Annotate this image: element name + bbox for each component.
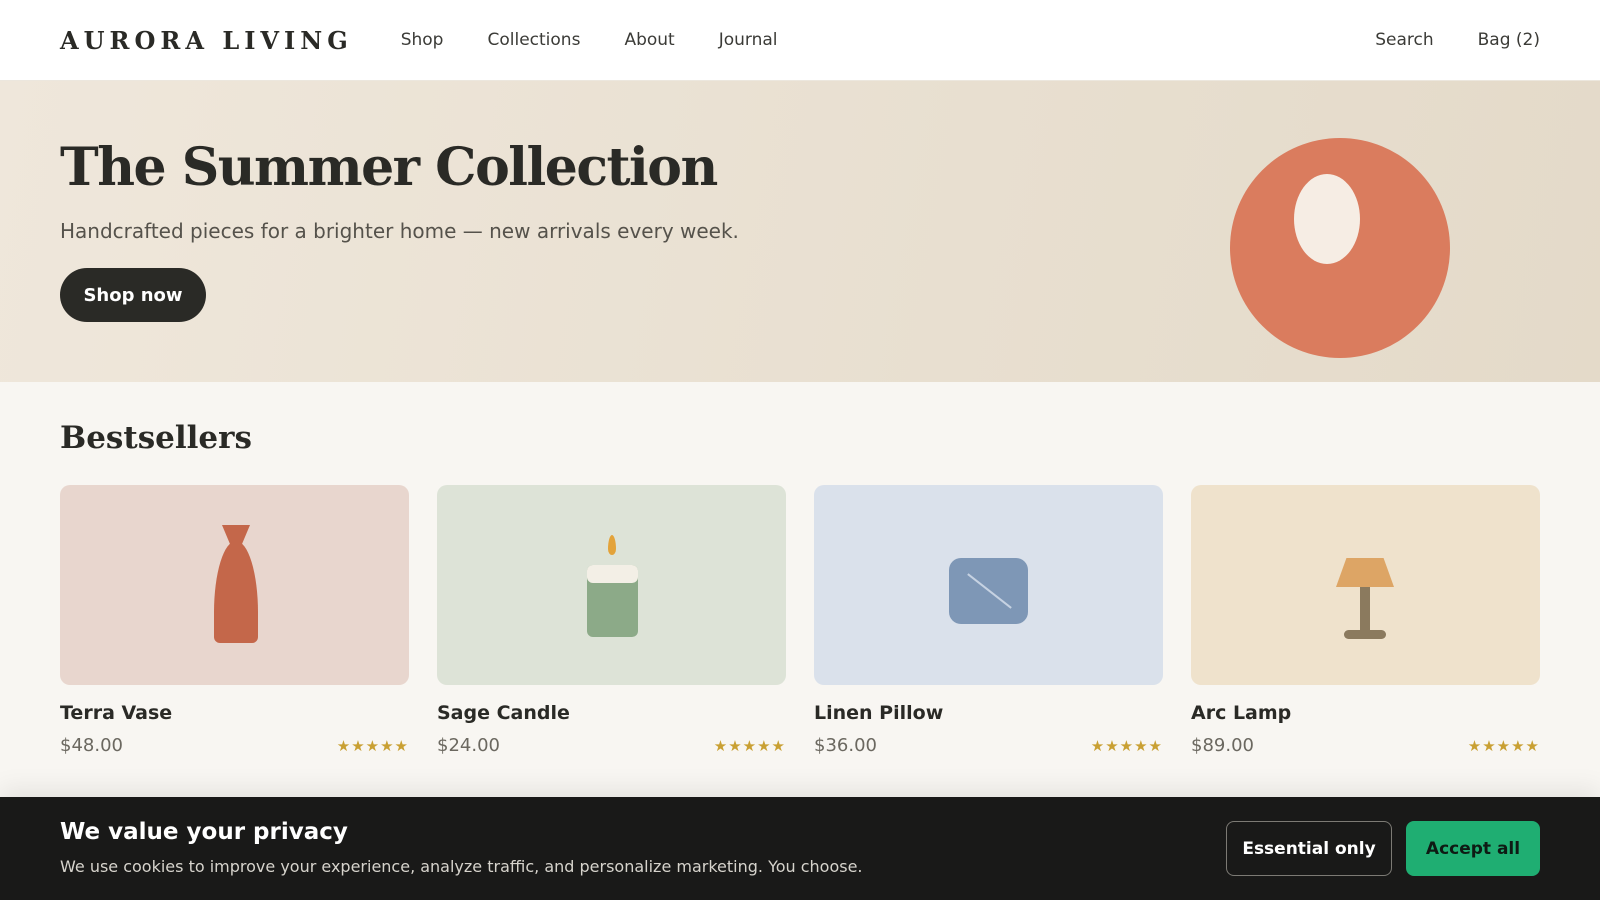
product-card-terra-vase[interactable]: Terra Vase $48.00 ★★★★★ [60, 485, 409, 765]
bag-link[interactable]: Bag (2) [1478, 30, 1540, 50]
nav-collections[interactable]: Collections [487, 30, 580, 50]
hero-title: The Summer Collection [60, 137, 718, 198]
cookie-text: We use cookies to improve your experienc… [60, 857, 863, 876]
search-link[interactable]: Search [1375, 30, 1433, 50]
hero-banner: The Summer Collection Handcrafted pieces… [0, 81, 1600, 382]
nav-shop[interactable]: Shop [401, 30, 444, 50]
product-image[interactable] [437, 485, 786, 685]
site-header: AURORA LIVING Shop Collections About Jou… [0, 0, 1600, 81]
logo[interactable]: AURORA LIVING [60, 26, 353, 55]
product-name[interactable]: Terra Vase [60, 702, 172, 724]
product-name[interactable]: Arc Lamp [1191, 702, 1291, 724]
rating-stars: ★★★★★ [336, 737, 409, 755]
nav-journal[interactable]: Journal [719, 30, 778, 50]
product-name[interactable]: Sage Candle [437, 702, 570, 724]
accept-all-button[interactable]: Accept all [1406, 821, 1540, 876]
pillow-icon [949, 558, 1028, 624]
shop-now-button[interactable]: Shop now [60, 268, 206, 322]
rating-stars: ★★★★★ [1090, 737, 1163, 755]
hero-egg-shape [1294, 174, 1360, 264]
product-name[interactable]: Linen Pillow [814, 702, 943, 724]
product-card-arc-lamp[interactable]: Arc Lamp $89.00 ★★★★★ [1191, 485, 1540, 765]
candle-icon [587, 535, 638, 637]
main-nav: Shop Collections About Journal [401, 30, 778, 50]
rating-stars: ★★★★★ [1467, 737, 1540, 755]
hero-subtitle: Handcrafted pieces for a brighter home —… [60, 219, 739, 243]
product-image[interactable] [60, 485, 409, 685]
product-price: $89.00 [1191, 735, 1254, 756]
essential-only-button[interactable]: Essential only [1226, 821, 1392, 876]
header-actions: Search Bag (2) [1375, 30, 1540, 50]
hero-illustration [1230, 138, 1450, 358]
rating-stars: ★★★★★ [713, 737, 786, 755]
lamp-icon [1336, 558, 1396, 640]
product-card-sage-candle[interactable]: Sage Candle $24.00 ★★★★★ [437, 485, 786, 765]
product-price: $24.00 [437, 735, 500, 756]
bestsellers-title: Bestsellers [60, 420, 252, 456]
vase-icon [214, 525, 258, 645]
nav-about[interactable]: About [624, 30, 674, 50]
product-image[interactable] [1191, 485, 1540, 685]
cookie-title: We value your privacy [60, 819, 348, 845]
product-card-linen-pillow[interactable]: Linen Pillow $36.00 ★★★★★ [814, 485, 1163, 765]
product-price: $48.00 [60, 735, 123, 756]
product-price: $36.00 [814, 735, 877, 756]
product-image[interactable] [814, 485, 1163, 685]
cookie-banner: We value your privacy We use cookies to … [0, 797, 1600, 900]
